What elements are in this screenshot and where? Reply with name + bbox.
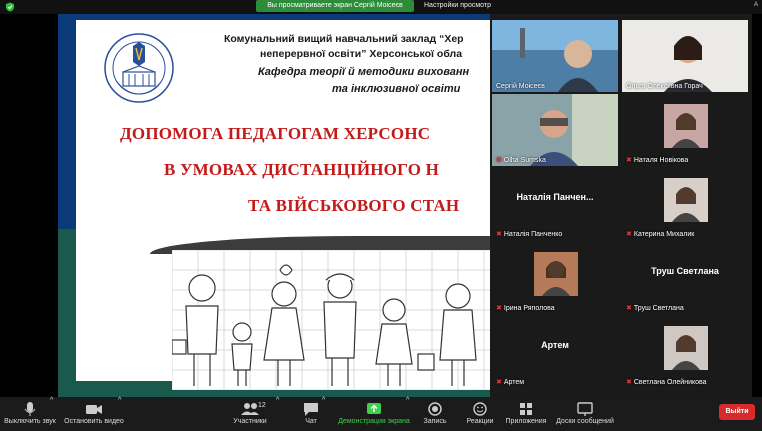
family-drawing-illustration xyxy=(172,250,490,390)
institution-name-line1: Комунальний вищий навчальний заклад “Хер xyxy=(224,33,464,45)
academy-logo xyxy=(104,33,174,103)
participant-name-label: ✖ Ірина Ряполова xyxy=(496,304,555,312)
participant-avatar xyxy=(664,178,708,222)
participant-name-text: Olha Sumska xyxy=(503,157,546,164)
muted-microphone-icon: ✖ xyxy=(626,231,632,238)
smiley-icon xyxy=(473,402,487,416)
participants-options-caret[interactable]: ^ xyxy=(276,397,279,431)
participant-tile[interactable]: Артем ✖ Артем xyxy=(492,316,618,388)
top-bar: Вы просматриваете экран Сергій Моісеєв Н… xyxy=(0,0,762,14)
participant-name-label: ✖ Olha Sumska xyxy=(496,156,546,164)
slide-title-line1: ДОПОМОГА ПЕДАГОГАМ ХЕРСОНС xyxy=(120,124,431,143)
share-screen-icon xyxy=(367,403,381,414)
muted-microphone-icon: ✖ xyxy=(496,157,502,164)
apps-button[interactable]: Приложения xyxy=(504,397,548,431)
participant-display-name: Труш Светлана xyxy=(651,266,719,276)
participant-name-text: Труш Светлана xyxy=(633,305,684,312)
participant-tile[interactable]: Сергій Моісеєв xyxy=(492,20,618,92)
share-screen-button[interactable]: Демонстрация экрана xyxy=(336,397,412,431)
share-options-caret[interactable]: ^ xyxy=(406,397,409,431)
participant-name-text: Сергій Моісеєв xyxy=(496,83,545,90)
participant-name-text: Светлана Олейникова xyxy=(633,379,707,386)
participant-name-label: ✖ Артем xyxy=(496,378,524,386)
participant-tile[interactable]: ✖ Светлана Олейникова xyxy=(622,316,748,388)
leave-meeting-button[interactable]: Выйти xyxy=(719,404,755,420)
participant-tile[interactable]: ✖ Катерина Михалик xyxy=(622,168,748,240)
record-button[interactable]: Запись xyxy=(418,397,452,431)
muted-microphone-icon: ✖ xyxy=(626,305,632,312)
video-options-caret[interactable]: ^ xyxy=(118,397,121,431)
share-screen-label: Демонстрация экрана xyxy=(338,418,410,425)
participant-name-label: ✖ Наталія Панченко xyxy=(496,230,562,238)
record-label: Запись xyxy=(423,418,447,425)
apps-icon xyxy=(520,403,532,415)
shared-screen: Комунальний вищий навчальний заклад “Хер… xyxy=(58,14,490,397)
whiteboard-button[interactable]: Доски сообщений xyxy=(554,397,616,431)
record-icon xyxy=(428,402,442,416)
reactions-button[interactable]: Реакции xyxy=(462,397,498,431)
participant-name-label: ✖ Наталя Новікова xyxy=(626,156,688,164)
chat-icon xyxy=(304,403,318,416)
participant-name-text: Ірина Ряполова xyxy=(503,305,555,312)
apps-label: Приложения xyxy=(505,418,547,425)
reactions-label: Реакции xyxy=(466,418,494,425)
muted-microphone-icon: ✖ xyxy=(496,305,502,312)
participant-display-name: Артем xyxy=(541,340,569,350)
muted-microphone-icon: ✖ xyxy=(626,379,632,386)
view-toggle[interactable]: A xyxy=(754,2,758,8)
participant-name-label: ✖ Труш Светлана xyxy=(626,304,684,312)
participant-name-label: Ольга Олексіївна Горач xyxy=(626,83,703,90)
participant-avatar xyxy=(664,104,708,148)
meeting-toolbar: Выключить звук Остановить видео Участник… xyxy=(0,397,762,431)
gallery-view: Сергій Моісеєв Ольга Олексіївна Горач ✖ Olh… xyxy=(490,14,752,397)
participant-display-name: Наталія Панчен... xyxy=(516,192,594,202)
participant-name-text: Катерина Михалик xyxy=(633,231,695,238)
participant-video xyxy=(622,20,748,92)
view-settings-menu[interactable]: Настройки просмотр xyxy=(424,0,491,12)
participant-tile[interactable]: ✖ Наталя Новікова xyxy=(622,94,748,166)
muted-microphone-icon: ✖ xyxy=(496,379,502,386)
participant-count-badge: 12 xyxy=(258,402,266,409)
shield-check-icon[interactable] xyxy=(5,2,15,12)
share-notice: Вы просматриваете экран Сергій Моісеєв xyxy=(256,0,414,12)
muted-microphone-icon: ✖ xyxy=(626,157,632,164)
department-name-line2: та інклюзивної освіти xyxy=(332,83,461,95)
participant-name-text: Наталя Новікова xyxy=(633,157,689,164)
stop-video-label: Остановить видео xyxy=(64,418,124,425)
participant-name-text: Ольга Олексіївна Горач xyxy=(626,83,703,90)
participant-tile[interactable]: Ольга Олексіївна Горач xyxy=(622,20,748,92)
chat-options-caret[interactable]: ^ xyxy=(322,397,325,431)
stop-video-button[interactable]: Остановить видео xyxy=(62,397,126,431)
participant-name-text: Артем xyxy=(503,379,525,386)
participant-avatar xyxy=(534,252,578,296)
department-name-line1: Кафедра теорії й методики вихованн xyxy=(258,66,470,78)
camera-icon xyxy=(86,405,102,414)
participant-video xyxy=(492,20,618,92)
participant-tile[interactable]: Труш Светлана ✖ Труш Светлана xyxy=(622,242,748,314)
participant-tile[interactable]: Наталія Панчен... ✖ Наталія Панченко xyxy=(492,168,618,240)
participant-name-text: Наталія Панченко xyxy=(503,231,563,238)
participant-name-label: ✖ Светлана Олейникова xyxy=(626,378,707,386)
whiteboard-label: Доски сообщений xyxy=(556,418,614,425)
muted-microphone-icon: ✖ xyxy=(496,231,502,238)
participant-tile[interactable]: ✖ Olha Sumska xyxy=(492,94,618,166)
slide-title-line3: ТА ВІЙСЬКОВОГО СТАН xyxy=(248,196,460,215)
microphone-icon xyxy=(24,402,36,416)
participants-label: Участники xyxy=(233,418,267,425)
institution-name-line2: неперервної освіти” Херсонської обла xyxy=(260,48,463,60)
audio-options-caret[interactable]: ^ xyxy=(50,397,53,431)
participant-name-label: ✖ Катерина Михалик xyxy=(626,230,694,238)
participant-tile[interactable]: ✖ Ірина Ряполова xyxy=(492,242,618,314)
slide-page: Комунальний вищий навчальний заклад “Хер… xyxy=(76,20,490,390)
whiteboard-icon xyxy=(577,402,593,416)
participant-avatar xyxy=(664,326,708,370)
participants-button[interactable]: Участники xyxy=(226,397,274,431)
participant-name-label: Сергій Моісеєв xyxy=(496,83,545,90)
slide-title-line2: В УМОВАХ ДИСТАНЦІЙНОГО Н xyxy=(164,160,439,179)
